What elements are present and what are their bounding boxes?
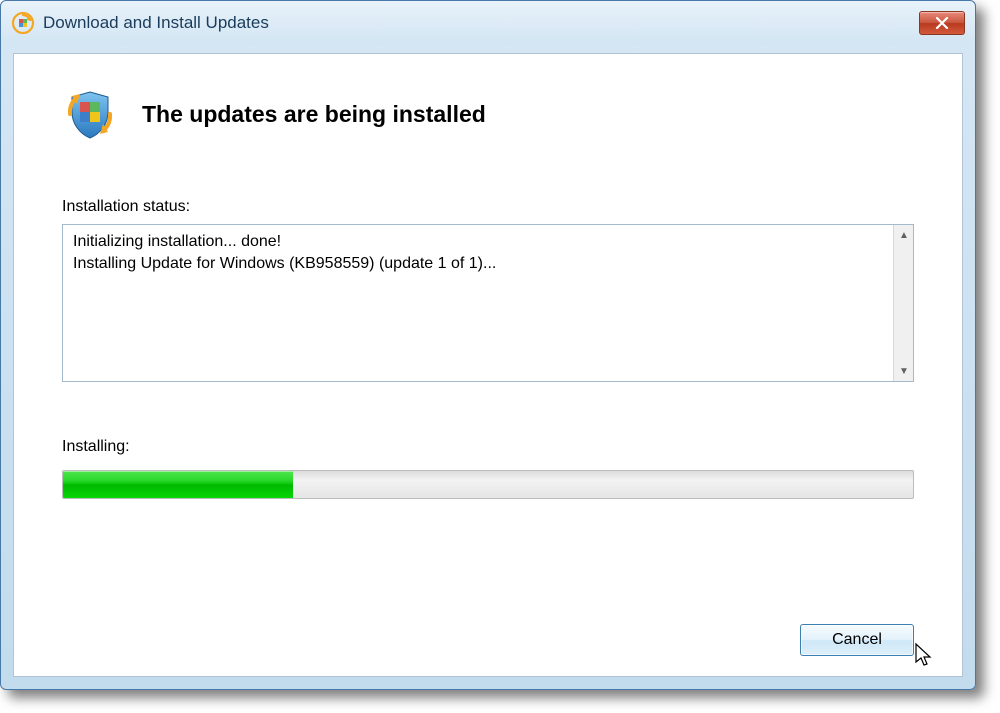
status-text: Initializing installation... done! Insta… xyxy=(63,225,893,381)
status-label: Installation status: xyxy=(62,198,914,216)
page-title: The updates are being installed xyxy=(142,101,486,128)
dialog-window: Download and Install Updates xyxy=(0,0,976,690)
cancel-button[interactable]: Cancel xyxy=(800,624,914,656)
scroll-up-icon[interactable]: ▲ xyxy=(896,227,912,243)
close-icon xyxy=(935,17,949,29)
windows-update-large-icon xyxy=(62,86,118,142)
close-button[interactable] xyxy=(919,11,965,35)
content-panel: The updates are being installed Installa… xyxy=(13,53,963,677)
vertical-scrollbar[interactable]: ▲ ▼ xyxy=(893,225,913,381)
progress-label: Installing: xyxy=(62,438,914,456)
titlebar[interactable]: Download and Install Updates xyxy=(1,1,975,45)
button-row: Cancel xyxy=(800,624,914,656)
windows-update-icon xyxy=(11,11,35,35)
header-row: The updates are being installed xyxy=(62,86,914,142)
mouse-cursor-icon xyxy=(914,642,934,668)
window-title: Download and Install Updates xyxy=(43,13,919,33)
progress-bar xyxy=(62,470,914,499)
scroll-down-icon[interactable]: ▼ xyxy=(896,363,912,379)
status-textbox: Initializing installation... done! Insta… xyxy=(62,224,914,382)
progress-fill xyxy=(63,471,293,498)
